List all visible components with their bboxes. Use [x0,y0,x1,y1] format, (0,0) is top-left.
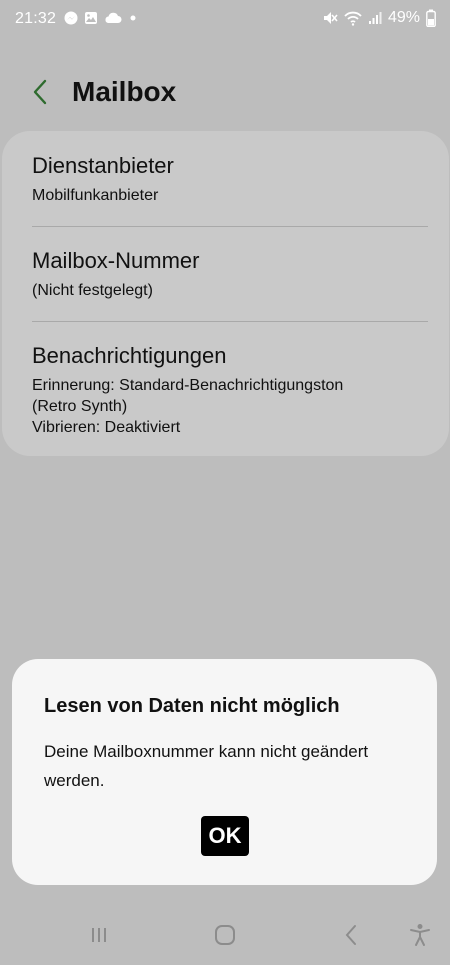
subtitle-line: (Retro Synth) [32,398,128,415]
setting-item-title: Benachrichtigungen [32,343,227,368]
setting-item-subtitle: Mobilfunkanbieter [32,187,159,204]
dot-icon [128,13,138,23]
subtitle-line: Vibrieren: Deaktiviert [32,419,181,436]
mute-icon [322,10,338,26]
divider [32,321,428,322]
status-bar: 21:32 49% [0,0,450,40]
cloud-icon [104,12,122,24]
recent-apps-button[interactable] [81,919,117,951]
setting-item-title: Mailbox-Nummer [32,248,200,273]
back-button[interactable] [24,74,56,110]
dialog-title: Lesen von Daten nicht möglich [44,695,340,717]
setting-item-service-provider[interactable]: Dienstanbieter Mobilfunkanbieter [32,153,428,206]
settings-card: Dienstanbieter Mobilfunkanbieter Mailbox… [2,131,449,456]
dialog-message: Deine Mailboxnummer kann nicht geändert … [44,742,369,790]
signal-icon [368,11,382,25]
error-dialog: Lesen von Daten nicht möglich Deine Mail… [12,659,437,885]
status-time: 21:32 [15,10,57,27]
divider [32,226,428,227]
accessibility-icon [409,923,431,947]
wifi-icon [344,10,362,26]
nav-back-button[interactable] [333,919,369,951]
recent-apps-icon [89,925,109,945]
messenger-icon [64,11,78,25]
home-icon [214,924,236,946]
accessibility-button[interactable] [402,919,438,951]
chevron-left-icon [32,79,48,105]
app-header: Mailbox [0,60,450,126]
setting-item-subtitle: (Nicht festgelegt) [32,282,153,299]
subtitle-line: Erinnerung: Standard-Benachrichtigungsto… [32,377,344,394]
gallery-icon [84,11,98,25]
setting-item-subtitle: Erinnerung: Standard-Benachrichtigungsto… [32,375,428,438]
setting-item-notifications[interactable]: Benachrichtigungen Erinnerung: Standard-… [32,343,428,438]
notification-icons [64,11,138,25]
setting-item-mailbox-number[interactable]: Mailbox-Nummer (Nicht festgelegt) [32,248,428,301]
back-icon [344,924,358,946]
home-button[interactable] [207,919,243,951]
ok-button[interactable]: OK [201,816,249,856]
system-icons: 49% [322,9,436,27]
battery-icon [426,9,436,27]
navigation-bar [0,905,450,965]
page-title: Mailbox [72,76,177,107]
setting-item-title: Dienstanbieter [32,153,174,178]
battery-percent: 49% [387,9,420,26]
